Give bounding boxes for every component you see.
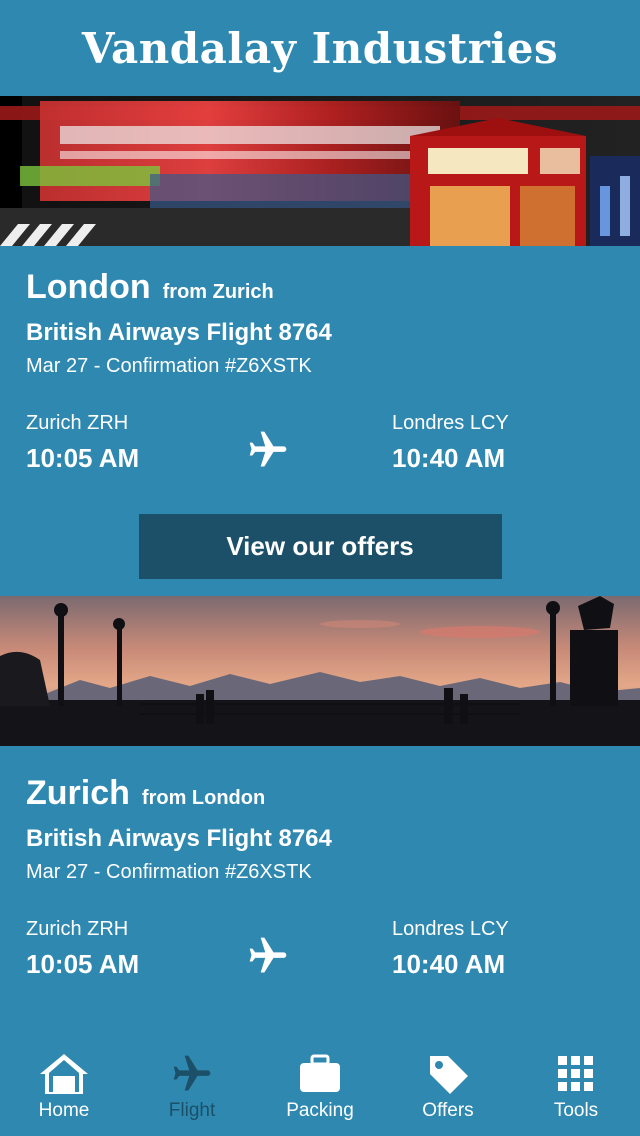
tab-tools[interactable]: Tools: [512, 1040, 640, 1136]
tab-home[interactable]: Home: [0, 1040, 128, 1136]
app-header: Vandalay Industries: [0, 0, 640, 96]
trip-list[interactable]: London from Zurich British Airways Fligh…: [0, 96, 640, 1040]
flight-name: British Airways Flight 8764: [26, 319, 332, 346]
origin-city: from London: [141, 787, 266, 809]
arrival: Londres LCY 10:40 AM: [392, 412, 509, 474]
home-icon: [38, 1052, 90, 1096]
arrival-airport: Londres LCY: [392, 918, 509, 940]
london-hero-image: [0, 96, 640, 246]
tab-flight[interactable]: Flight: [128, 1040, 256, 1136]
tab-packing-label: Packing: [286, 1100, 354, 1121]
zurich-hero-image: [0, 596, 640, 746]
departure-airport: Zurich ZRH: [26, 412, 129, 434]
tab-bar: Home Flight Packing Offers Tools: [0, 1040, 640, 1136]
tab-offers-label: Offers: [422, 1100, 474, 1121]
view-offers-button[interactable]: View our offers: [138, 514, 502, 579]
flight-route: Zurich ZRH 10:05 AM Londres LCY 10:40 AM: [26, 412, 614, 492]
departure-time: 10:05 AM: [26, 443, 140, 473]
destination-city: London: [26, 268, 151, 306]
arrival-time: 10:40 AM: [392, 443, 506, 473]
arrival: Londres LCY 10:40 AM: [392, 918, 509, 980]
departure-airport: Zurich ZRH: [26, 918, 129, 940]
flight-confirmation: Mar 27 - Confirmation #Z6XSTK: [26, 355, 312, 377]
destination-city: Zurich: [26, 774, 130, 812]
airplane-icon: [170, 1052, 214, 1096]
tab-home-label: Home: [38, 1100, 90, 1121]
airplane-icon: [246, 934, 290, 983]
tab-flight-label: Flight: [168, 1100, 216, 1121]
departure: Zurich ZRH 10:05 AM: [26, 412, 139, 474]
trip-card-london: London from Zurich British Airways Fligh…: [0, 246, 640, 596]
tag-icon: [426, 1052, 470, 1096]
trip-card-zurich: Zurich from London British Airways Fligh…: [0, 746, 640, 998]
departure: Zurich ZRH 10:05 AM: [26, 918, 139, 980]
departure-time: 10:05 AM: [26, 949, 140, 979]
tab-packing[interactable]: Packing: [256, 1040, 384, 1136]
flight-confirmation: Mar 27 - Confirmation #Z6XSTK: [26, 861, 312, 883]
origin-city: from Zurich: [162, 281, 274, 303]
briefcase-icon: [298, 1052, 342, 1096]
tab-tools-label: Tools: [553, 1100, 599, 1121]
flight-route: Zurich ZRH 10:05 AM Londres LCY 10:40 AM: [26, 918, 614, 998]
airplane-icon: [246, 428, 290, 477]
tab-offers[interactable]: Offers: [384, 1040, 512, 1136]
grid-icon: [558, 1052, 594, 1096]
arrival-airport: Londres LCY: [392, 412, 509, 434]
arrival-time: 10:40 AM: [392, 949, 506, 979]
app-title: Vandalay Industries: [81, 23, 559, 73]
flight-name: British Airways Flight 8764: [26, 825, 332, 852]
